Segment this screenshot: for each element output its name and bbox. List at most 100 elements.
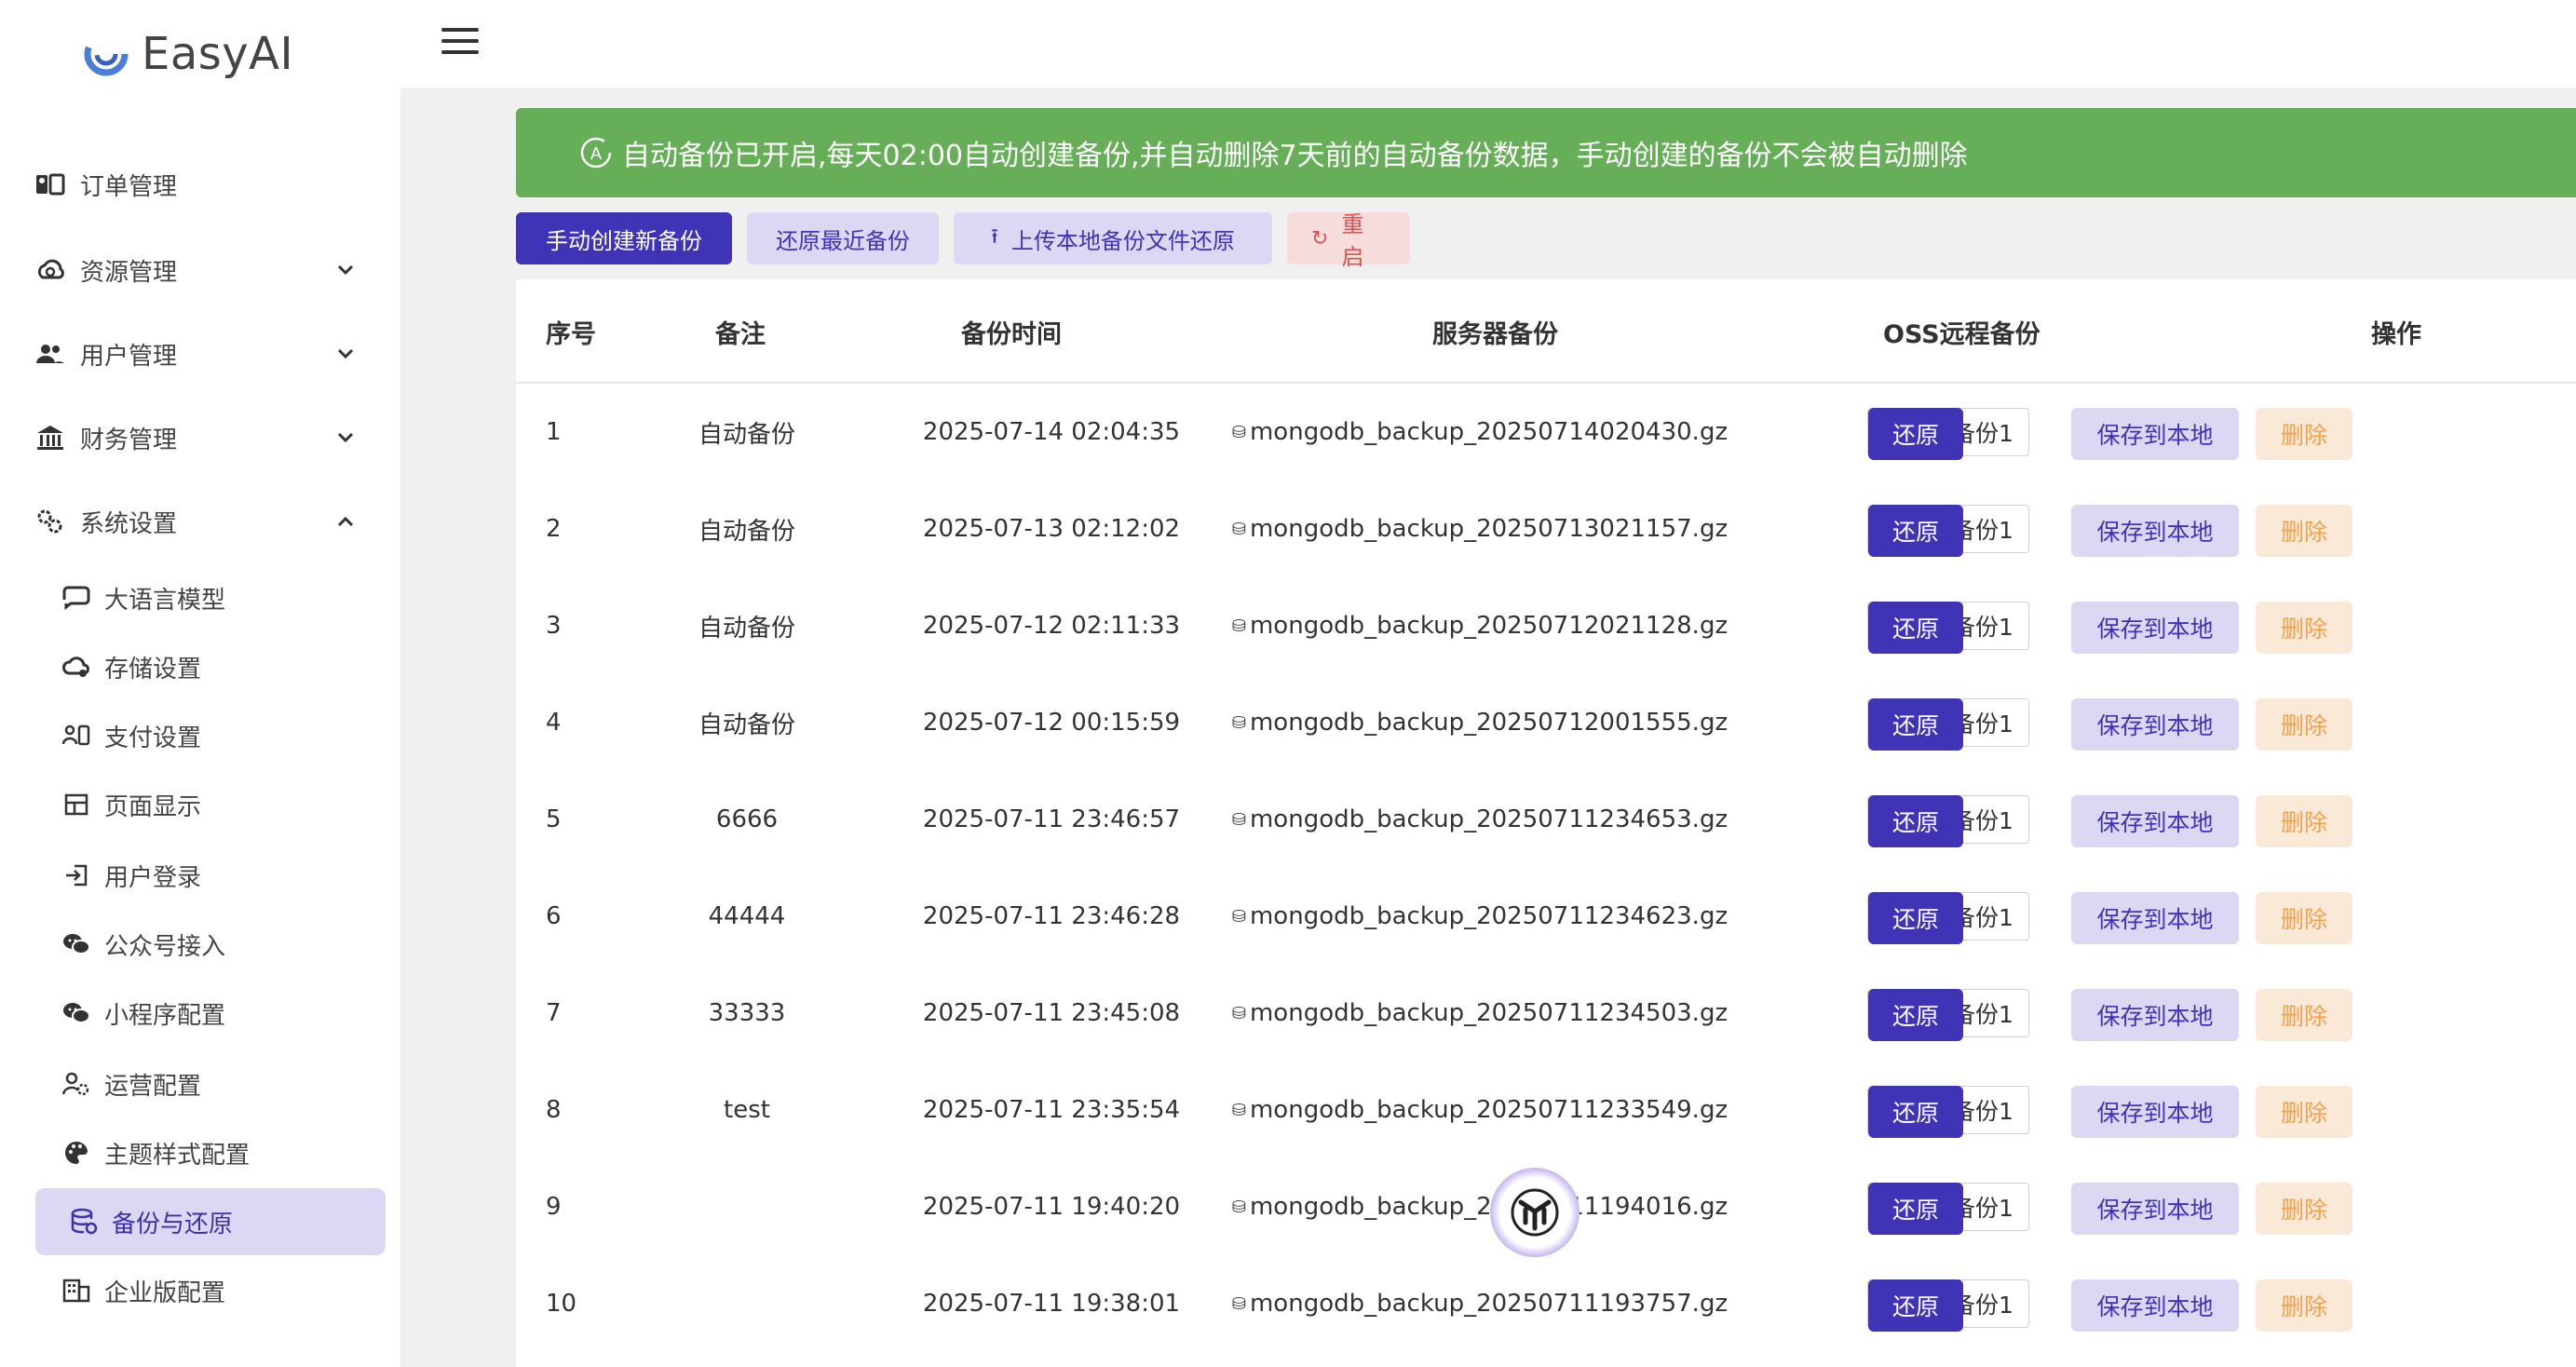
row-server-file[interactable]: ⛁ mongodb_backup_20250711193757.gz <box>1224 1255 1736 1352</box>
row-index: 9 <box>546 1193 562 1221</box>
sidebar-item-payment[interactable]: 支付设置 <box>61 708 384 764</box>
sidebar-item-page-display[interactable]: 页面显示 <box>61 777 384 832</box>
sidebar-item-label: 小程序配置 <box>104 1001 226 1030</box>
database-icon: ⛁ <box>1231 1197 1246 1217</box>
row-time: 2025-07-11 19:38:01 <box>922 1290 1181 1318</box>
sidebar-item-theme[interactable]: 主题样式配置 <box>61 1125 384 1181</box>
row-server-file[interactable]: ⛁ mongodb_backup_20250711234503.gz <box>1224 965 1736 1062</box>
save-local-button[interactable]: 保存到本地 <box>2071 795 2239 847</box>
row-file-name: mongodb_backup_20250711234623.gz <box>1249 902 1729 930</box>
delete-button[interactable]: 删除 <box>2256 1183 2352 1235</box>
resource-icon <box>34 253 67 287</box>
delete-button[interactable]: 删除 <box>2256 602 2352 654</box>
row-note: 6666 <box>715 805 779 833</box>
restore-button[interactable]: 还原 <box>1868 989 1963 1041</box>
app-logo[interactable]: EasyAI <box>84 26 293 82</box>
row-note: 自动备份 <box>698 614 795 643</box>
sidebar-item-mini-program[interactable]: 小程序配置 <box>61 985 384 1041</box>
sidebar-item-official-account[interactable]: 公众号接入 <box>61 916 384 972</box>
floating-assistant-button[interactable] <box>1490 1168 1579 1257</box>
restore-button[interactable]: 还原 <box>1868 1279 1963 1332</box>
sidebar-item-user-login[interactable]: 用户登录 <box>61 847 384 903</box>
sidebar-item-label: 用户登录 <box>104 863 202 892</box>
restore-latest-button[interactable]: 还原最近备份 <box>747 212 939 264</box>
sidebar-item-label: 存储设置 <box>104 655 202 684</box>
save-local-button[interactable]: 保存到本地 <box>2071 1086 2239 1138</box>
save-local-button[interactable]: 保存到本地 <box>2071 892 2239 944</box>
header-note: 备注 <box>715 319 766 349</box>
sidebar-item-storage[interactable]: 存储设置 <box>61 639 384 695</box>
header-time: 备份时间 <box>961 319 1062 349</box>
restore-button[interactable]: 还原 <box>1868 1086 1963 1138</box>
row-server-file[interactable]: ⛁ mongodb_backup_20250713021157.gz <box>1224 480 1736 577</box>
sidebar-item-orders[interactable]: 订单管理 <box>34 156 359 212</box>
finance-icon <box>34 421 67 454</box>
save-local-button[interactable]: 保存到本地 <box>2071 505 2239 557</box>
sidebar-item-system-settings[interactable]: 系统设置 <box>34 494 359 549</box>
restore-button[interactable]: 还原 <box>1868 505 1963 557</box>
delete-button[interactable]: 删除 <box>2256 505 2352 557</box>
table-row: 1 自动备份 2025-07-14 02:04:35 ⛁ mongodb_backup_… <box>516 384 2576 480</box>
row-server-file[interactable]: ⛁ mongodb_backup_20250714020430.gz <box>1224 384 1736 480</box>
auto-backup-banner: A 自动备份已开启,每天02:00自动创建备份,并自动删除7天前的自动备份数据，… <box>516 108 2576 197</box>
delete-button[interactable]: 删除 <box>2256 892 2352 944</box>
save-local-button[interactable]: 保存到本地 <box>2071 408 2239 460</box>
row-time: 2025-07-12 00:15:59 <box>922 709 1181 737</box>
row-file-name: mongodb_backup_20250711194016.gz <box>1249 1193 1729 1221</box>
restore-button[interactable]: 还原 <box>1868 408 1963 460</box>
delete-button[interactable]: 删除 <box>2256 989 2352 1041</box>
save-local-button[interactable]: 保存到本地 <box>2071 698 2239 751</box>
row-file-name: mongodb_backup_20250711233549.gz <box>1249 1096 1729 1124</box>
table-row: 10 2025-07-11 19:38:01 ⛁ mongodb_backup_202… <box>516 1255 2576 1352</box>
row-time: 2025-07-12 02:11:33 <box>922 612 1181 640</box>
row-server-file[interactable]: ⛁ mongodb_backup_20250712001555.gz <box>1224 674 1736 771</box>
users-icon <box>34 337 67 371</box>
row-server-file[interactable]: ⛁ mongodb_backup_20250712021128.gz <box>1224 577 1736 674</box>
auto-backup-icon: A <box>580 137 612 169</box>
row-index: 7 <box>546 999 562 1027</box>
orders-icon <box>34 168 67 201</box>
restore-button[interactable]: 还原 <box>1868 892 1963 944</box>
sidebar-item-llm[interactable]: 大语言模型 <box>61 570 384 626</box>
restore-button[interactable]: 还原 <box>1868 698 1963 751</box>
upload-restore-button[interactable]: ⭱ 上传本地备份文件还原 <box>954 212 1272 264</box>
sidebar-item-users[interactable]: 用户管理 <box>34 326 359 382</box>
row-server-file[interactable]: ⛁ mongodb_backup_20250711233549.gz <box>1224 1062 1736 1158</box>
row-time: 2025-07-14 02:04:35 <box>922 418 1181 446</box>
delete-button[interactable]: 删除 <box>2256 795 2352 847</box>
save-local-button[interactable]: 保存到本地 <box>2071 1279 2239 1332</box>
app-name: EasyAI <box>142 28 294 80</box>
row-server-file[interactable]: ⛁ mongodb_backup_20250711234653.gz <box>1224 771 1736 868</box>
logo-icon <box>84 32 129 76</box>
row-file-name: mongodb_backup_20250713021157.gz <box>1249 515 1729 543</box>
sidebar-item-resources[interactable]: 资源管理 <box>34 242 359 298</box>
row-server-file[interactable]: ⛁ mongodb_backup_20250711194016.gz <box>1224 1158 1736 1255</box>
restore-button[interactable]: 还原 <box>1868 1183 1963 1235</box>
delete-button[interactable]: 删除 <box>2256 1086 2352 1138</box>
delete-button[interactable]: 删除 <box>2256 698 2352 751</box>
row-index: 6 <box>546 902 562 930</box>
sidebar-item-enterprise[interactable]: 企业版配置 <box>61 1263 384 1319</box>
restore-button[interactable]: 还原 <box>1868 602 1963 654</box>
refresh-icon: ↻ <box>1311 226 1329 250</box>
database-icon: ⛁ <box>1231 712 1246 733</box>
save-local-button[interactable]: 保存到本地 <box>2071 989 2239 1041</box>
save-local-button[interactable]: 保存到本地 <box>2071 1183 2239 1235</box>
create-backup-button[interactable]: 手动创建新备份 <box>516 212 732 264</box>
row-server-file[interactable]: ⛁ mongodb_backup_20250711234623.gz <box>1224 868 1736 965</box>
restart-button[interactable]: ↻ 重启 <box>1287 211 1410 270</box>
table-row: 5 6666 2025-07-11 23:46:57 ⛁ mongodb_backup_… <box>516 771 2576 868</box>
restore-button[interactable]: 还原 <box>1868 795 1963 847</box>
sidebar-item-label: 系统设置 <box>80 509 178 538</box>
sidebar-item-backup-restore[interactable]: 备份与还原 <box>35 1188 386 1255</box>
menu-toggle-icon[interactable] <box>441 28 479 60</box>
row-index: 10 <box>546 1290 577 1318</box>
database-icon: ⛁ <box>1231 1293 1246 1314</box>
delete-button[interactable]: 删除 <box>2256 1279 2352 1332</box>
save-local-button[interactable]: 保存到本地 <box>2071 602 2239 654</box>
delete-button[interactable]: 删除 <box>2256 408 2352 460</box>
sidebar-item-operations[interactable]: 运营配置 <box>61 1056 384 1112</box>
sidebar-item-finance[interactable]: 财务管理 <box>34 410 359 466</box>
row-file-name: mongodb_backup_20250711193757.gz <box>1249 1290 1729 1318</box>
row-note: 自动备份 <box>698 420 795 449</box>
